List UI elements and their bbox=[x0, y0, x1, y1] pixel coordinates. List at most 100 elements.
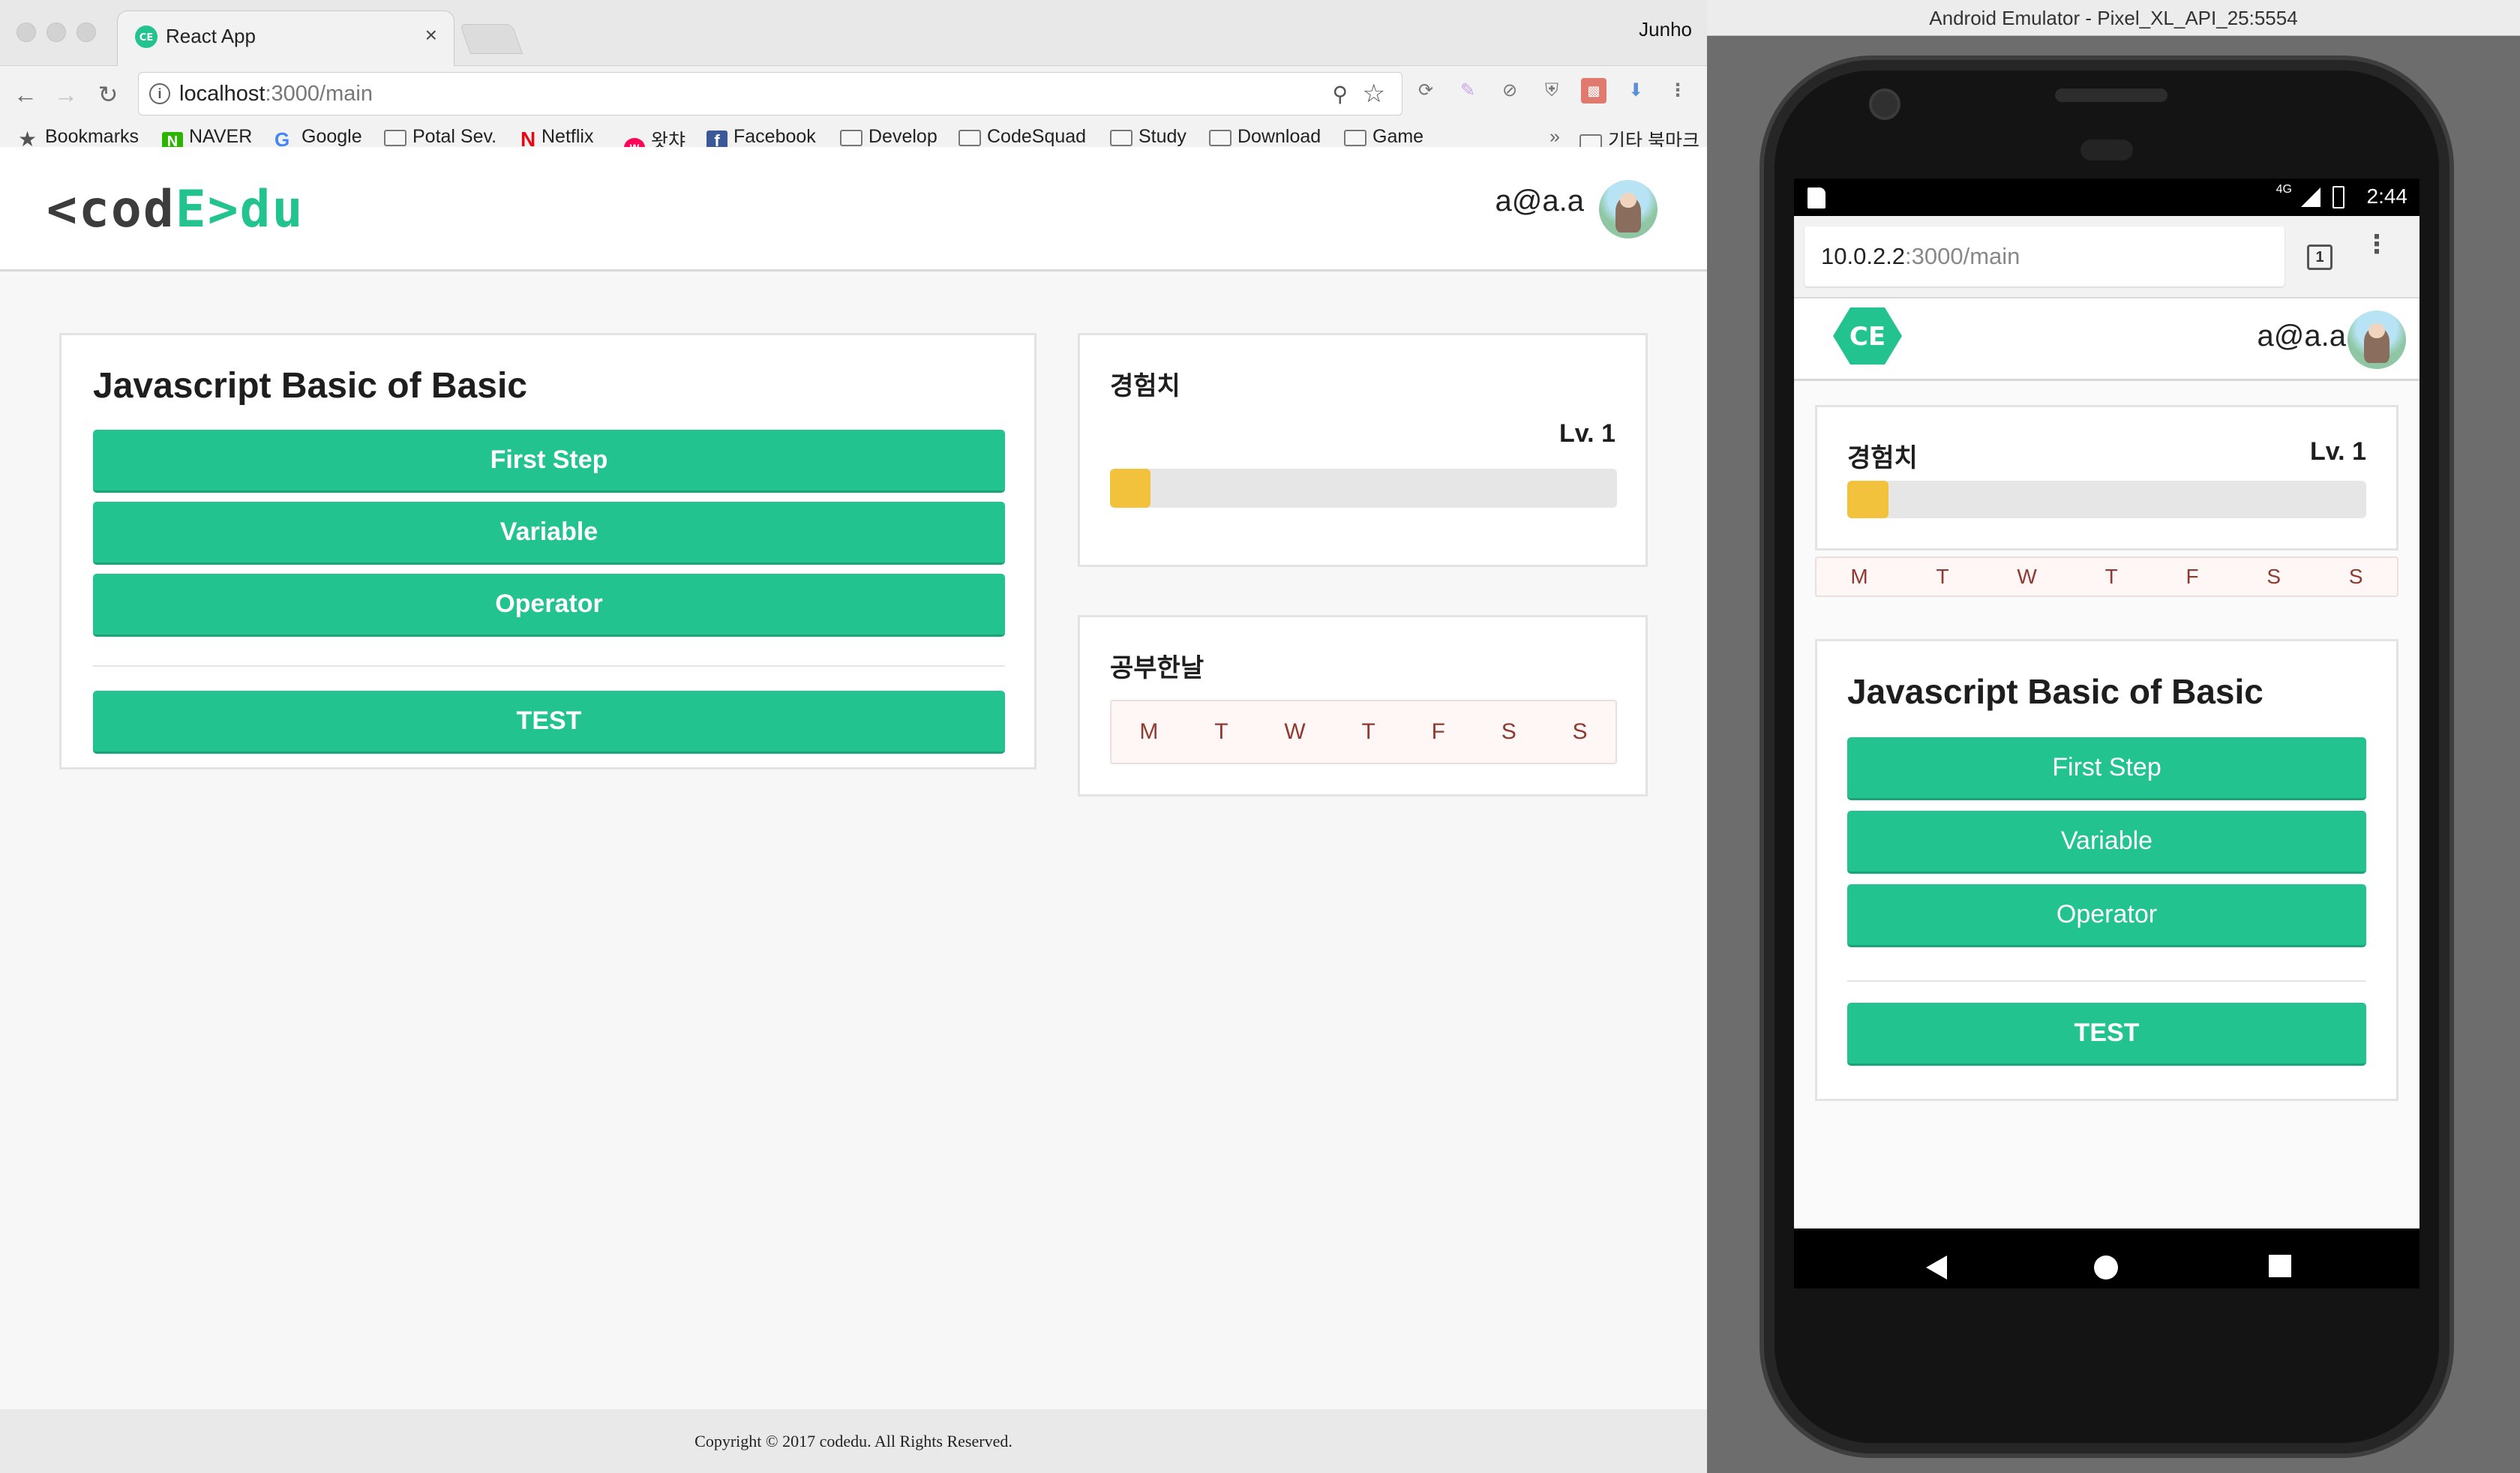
back-triangle-icon[interactable] bbox=[1923, 1254, 1950, 1281]
level-label: Lv. 1 bbox=[1559, 419, 1616, 448]
battery-icon bbox=[2332, 186, 2344, 208]
reload-icon[interactable]: ↻ bbox=[93, 80, 123, 110]
bookmark-netflix[interactable]: N Netflix bbox=[520, 126, 593, 150]
bookmark-game[interactable]: Game bbox=[1344, 126, 1424, 148]
bookmark-download[interactable]: Download bbox=[1209, 126, 1321, 148]
sd-card-icon bbox=[1808, 188, 1826, 208]
clock: 2:44 bbox=[2366, 184, 2408, 208]
weekday-sat: S bbox=[1501, 719, 1516, 744]
mobile-menu-icon[interactable]: ⋮ bbox=[2364, 232, 2390, 257]
weekday-fri: F bbox=[2186, 565, 2199, 588]
study-days-card: 공부한날 M T W T F S S bbox=[1078, 615, 1648, 796]
site-info-icon[interactable]: i bbox=[149, 83, 170, 104]
address-url[interactable]: localhost:3000/main bbox=[179, 82, 373, 106]
circle-extension-icon[interactable]: ⊘ bbox=[1497, 78, 1522, 104]
weekday-sun: S bbox=[2348, 565, 2363, 588]
chrome-window: CE React App × Junho ← → ↻ i localhost:3… bbox=[0, 0, 1707, 1473]
tab-close-icon[interactable]: × bbox=[425, 23, 437, 47]
puzzle-extension-icon[interactable]: ▩ bbox=[1581, 78, 1606, 104]
operator-button[interactable]: Operator bbox=[93, 574, 1005, 637]
divider bbox=[93, 665, 1005, 667]
test-button[interactable]: TEST bbox=[93, 691, 1005, 754]
folder-icon bbox=[840, 130, 862, 146]
weekday-mon: M bbox=[1850, 565, 1868, 588]
bookmark-bookmarks[interactable]: ★ Bookmarks bbox=[18, 126, 139, 150]
mobile-course-card: Javascript Basic of Basic First Step Var… bbox=[1815, 639, 2398, 1101]
status-bar: 4G 2:44 bbox=[1794, 178, 2420, 216]
address-bar[interactable]: i localhost:3000/main ⚲ ☆ bbox=[138, 72, 1402, 116]
folder-icon bbox=[1110, 130, 1132, 146]
codedu-logo-icon[interactable]: CE bbox=[1833, 306, 1902, 366]
weekday-sat: S bbox=[2266, 565, 2282, 588]
mobile-address-bar[interactable]: 10.0.2.2:3000/main bbox=[1804, 226, 2284, 286]
exp-label: 경험치 bbox=[1110, 372, 1180, 400]
pen-extension-icon[interactable]: ✎ bbox=[1455, 78, 1480, 104]
tab-strip: CE React App × Junho bbox=[0, 0, 1707, 68]
android-nav-bar bbox=[1794, 1228, 2420, 1288]
weekday-tue: T bbox=[1936, 565, 1949, 588]
android-emulator-window: Android Emulator - Pixel_XL_API_25:5554 … bbox=[1707, 0, 2520, 1473]
user-email[interactable]: a@a.a bbox=[1496, 184, 1584, 218]
download-extension-icon[interactable]: ⬇ bbox=[1623, 78, 1648, 104]
weekday-sun: S bbox=[1572, 719, 1588, 744]
bookmark-google[interactable]: G Google bbox=[274, 126, 362, 149]
mobile-exp-progress-bar bbox=[1847, 481, 2366, 518]
bookmark-potal-sev[interactable]: Potal Sev. bbox=[384, 126, 496, 148]
close-window-button[interactable] bbox=[16, 22, 36, 42]
mobile-level-label: Lv. 1 bbox=[2310, 437, 2366, 466]
recents-square-icon[interactable] bbox=[2268, 1254, 2292, 1278]
signal-icon bbox=[2301, 188, 2320, 207]
mobile-test-button[interactable]: TEST bbox=[1847, 1003, 2366, 1066]
mobile-exp-label: 경험치 bbox=[1847, 444, 1918, 472]
bookmark-develop[interactable]: Develop bbox=[840, 126, 938, 148]
sync-extension-icon[interactable]: ⟳ bbox=[1413, 78, 1438, 104]
variable-button[interactable]: Variable bbox=[93, 502, 1005, 565]
weekday-thu: T bbox=[2104, 565, 2118, 588]
forward-arrow-icon[interactable]: → bbox=[51, 80, 81, 110]
minimize-window-button[interactable] bbox=[46, 22, 66, 42]
weekday-row: M T W T F S S bbox=[1110, 700, 1617, 764]
mobile-course-title: Javascript Basic of Basic bbox=[1847, 672, 2264, 711]
exp-card: 경험치 Lv. 1 bbox=[1078, 333, 1648, 567]
avatar[interactable] bbox=[1599, 180, 1658, 238]
tab-switcher-icon[interactable]: 1 bbox=[2307, 244, 2332, 270]
site-header: <codE>du a@a.a bbox=[0, 147, 1707, 272]
shield-extension-icon[interactable]: ⛨ bbox=[1539, 78, 1564, 104]
folder-icon bbox=[1344, 130, 1366, 146]
weekday-mon: M bbox=[1139, 719, 1159, 744]
codedu-logo[interactable]: <codE>du bbox=[46, 180, 304, 239]
bookmark-study[interactable]: Study bbox=[1110, 126, 1186, 148]
mobile-first-step-button[interactable]: First Step bbox=[1847, 737, 2366, 800]
mobile-user-email[interactable]: a@a.a bbox=[2258, 320, 2346, 353]
home-circle-icon[interactable] bbox=[2092, 1254, 2120, 1281]
exp-progress-fill bbox=[1110, 469, 1151, 508]
folder-icon bbox=[958, 130, 981, 146]
weekday-thu: T bbox=[1361, 719, 1376, 744]
emulator-title: Android Emulator - Pixel_XL_API_25:5554 bbox=[1707, 0, 2520, 36]
speaker bbox=[2055, 88, 2168, 102]
back-arrow-icon[interactable]: ← bbox=[10, 80, 40, 110]
weekday-fri: F bbox=[1431, 719, 1445, 744]
mobile-avatar[interactable] bbox=[2348, 310, 2406, 369]
sensor bbox=[2080, 140, 2133, 160]
front-camera bbox=[1869, 88, 1900, 120]
new-tab-button[interactable] bbox=[459, 24, 524, 54]
course-card: Javascript Basic of Basic First Step Var… bbox=[59, 333, 1036, 770]
more-bookmarks-icon[interactable]: » bbox=[1550, 126, 1560, 148]
bookmark-codesquad[interactable]: CodeSquad bbox=[958, 126, 1086, 148]
mobile-weekday-row: M T W T F S S bbox=[1815, 556, 2398, 597]
tab-title: React App bbox=[166, 25, 256, 47]
chrome-menu-icon[interactable]: ⋮ bbox=[1665, 78, 1690, 104]
svg-text:CE: CE bbox=[1850, 322, 1886, 352]
profile-name[interactable]: Junho bbox=[1639, 18, 1692, 41]
key-icon[interactable]: ⚲ bbox=[1332, 82, 1348, 106]
first-step-button[interactable]: First Step bbox=[93, 430, 1005, 493]
maximize-window-button[interactable] bbox=[76, 22, 96, 42]
bookmark-star-icon[interactable]: ☆ bbox=[1363, 79, 1385, 109]
tab-react-app[interactable]: CE React App × bbox=[117, 10, 454, 68]
network-type: 4G bbox=[2276, 183, 2292, 196]
mobile-operator-button[interactable]: Operator bbox=[1847, 884, 2366, 947]
weekday-wed: W bbox=[2017, 565, 2037, 588]
folder-icon bbox=[1209, 130, 1232, 146]
mobile-variable-button[interactable]: Variable bbox=[1847, 811, 2366, 874]
